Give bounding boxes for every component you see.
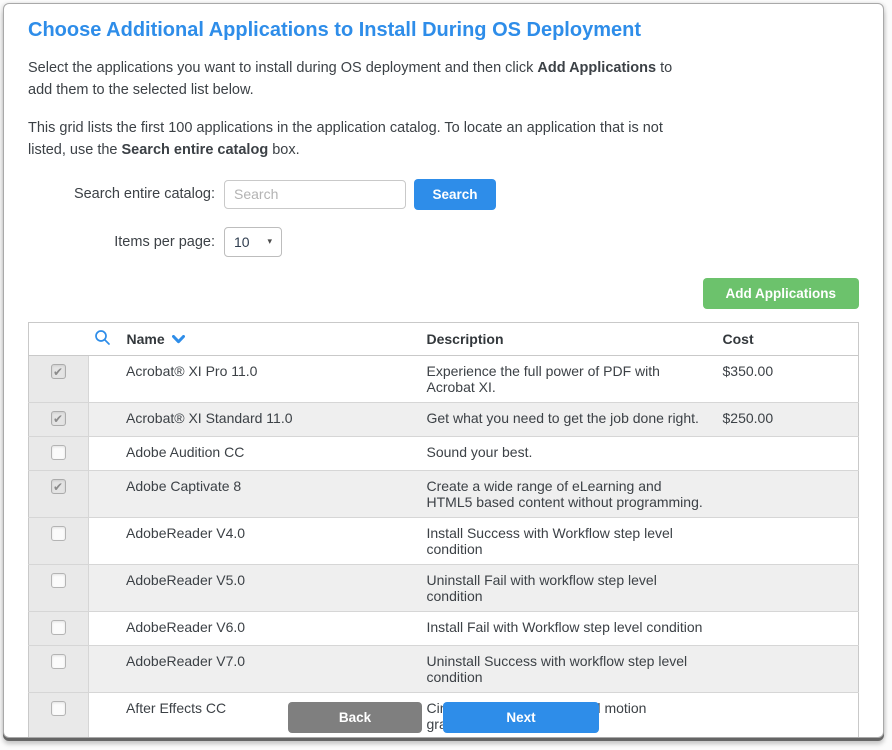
app-cost: $350.00	[715, 355, 859, 402]
table-row: Adobe Captivate 8 Create a wide range of…	[29, 470, 859, 517]
app-name: AdobeReader V4.0	[89, 517, 419, 564]
search-label: Search entire catalog:	[28, 186, 224, 202]
app-cost: $250.00	[715, 402, 859, 436]
items-per-page-row: Items per page: 10 ▾	[28, 227, 859, 257]
app-name: AdobeReader V7.0	[89, 645, 419, 692]
table-row: AdobeReader V4.0 Install Success with Wo…	[29, 517, 859, 564]
intro-text-1: Select the applications you want to inst…	[28, 60, 537, 76]
search-icon[interactable]	[94, 329, 111, 349]
table-row: Acrobat® XI Pro 11.0 Experience the full…	[29, 355, 859, 402]
items-per-page-label: Items per page:	[28, 234, 224, 250]
table-row: AdobeReader V6.0 Install Fail with Workf…	[29, 611, 859, 645]
table-row: AdobeReader V5.0 Uninstall Fail with wor…	[29, 564, 859, 611]
app-cost	[715, 470, 859, 517]
note-text-2: box.	[268, 142, 299, 158]
search-button[interactable]: Search	[414, 179, 496, 210]
app-cost	[715, 517, 859, 564]
description-column-header: Description	[419, 322, 715, 355]
intro-bold: Add Applications	[537, 60, 656, 76]
name-column-header[interactable]: Name	[89, 322, 419, 355]
cost-column-header: Cost	[715, 322, 859, 355]
checkbox-cell	[29, 470, 89, 517]
checkbox-cell	[29, 645, 89, 692]
intro-paragraph: Select the applications you want to inst…	[28, 57, 690, 102]
row-checkbox[interactable]	[51, 479, 66, 494]
checkbox-cell	[29, 355, 89, 402]
app-cost	[715, 436, 859, 470]
checkbox-column-header	[29, 322, 89, 355]
checkbox-cell	[29, 436, 89, 470]
app-description: Install Success with Workflow step level…	[419, 517, 715, 564]
note-paragraph: This grid lists the first 100 applicatio…	[28, 117, 690, 162]
app-description: Sound your best.	[419, 436, 715, 470]
checkbox-cell	[29, 517, 89, 564]
app-name: Acrobat® XI Pro 11.0	[89, 355, 419, 402]
row-checkbox[interactable]	[51, 620, 66, 635]
app-description: Create a wide range of eLearning and HTM…	[419, 470, 715, 517]
checkbox-cell	[29, 611, 89, 645]
table-row: Adobe Audition CC Sound your best.	[29, 436, 859, 470]
wizard-footer: Back Next	[4, 702, 883, 734]
app-cost	[715, 611, 859, 645]
chevron-down-icon: ▾	[267, 236, 272, 247]
app-name: Adobe Audition CC	[89, 436, 419, 470]
app-cost	[715, 564, 859, 611]
table-row: Acrobat® XI Standard 11.0 Get what you n…	[29, 402, 859, 436]
table-row: AdobeReader V7.0 Uninstall Success with …	[29, 645, 859, 692]
search-row: Search entire catalog: Search	[28, 179, 859, 210]
app-description: Get what you need to get the job done ri…	[419, 402, 715, 436]
app-description: Install Fail with Workflow step level co…	[419, 611, 715, 645]
name-column-label: Name	[127, 331, 165, 347]
items-per-page-value: 10	[234, 234, 250, 250]
next-button[interactable]: Next	[443, 702, 599, 733]
app-name: Adobe Captivate 8	[89, 470, 419, 517]
app-name: AdobeReader V5.0	[89, 564, 419, 611]
items-per-page-select[interactable]: 10 ▾	[224, 227, 282, 257]
page-title: Choose Additional Applications to Instal…	[28, 19, 859, 42]
back-button[interactable]: Back	[288, 702, 422, 733]
sort-descending-icon	[172, 331, 185, 347]
applications-table: Name Description Cost Acrobat® XI Pro 11…	[28, 322, 859, 738]
search-input[interactable]	[224, 180, 406, 209]
app-name: AdobeReader V6.0	[89, 611, 419, 645]
row-checkbox[interactable]	[51, 364, 66, 379]
app-cost	[715, 645, 859, 692]
app-description: Uninstall Success with workflow step lev…	[419, 645, 715, 692]
row-checkbox[interactable]	[51, 411, 66, 426]
row-checkbox[interactable]	[51, 526, 66, 541]
add-applications-row: Add Applications	[28, 278, 859, 309]
row-checkbox[interactable]	[51, 445, 66, 460]
app-description: Experience the full power of PDF with Ac…	[419, 355, 715, 402]
row-checkbox[interactable]	[51, 654, 66, 669]
note-bold: Search entire catalog	[122, 142, 269, 158]
wizard-panel: Choose Additional Applications to Instal…	[3, 3, 884, 738]
row-checkbox[interactable]	[51, 573, 66, 588]
checkbox-cell	[29, 402, 89, 436]
table-header-row: Name Description Cost	[29, 322, 859, 355]
checkbox-cell	[29, 564, 89, 611]
add-applications-button[interactable]: Add Applications	[703, 278, 860, 309]
app-name: Acrobat® XI Standard 11.0	[89, 402, 419, 436]
app-description: Uninstall Fail with workflow step level …	[419, 564, 715, 611]
